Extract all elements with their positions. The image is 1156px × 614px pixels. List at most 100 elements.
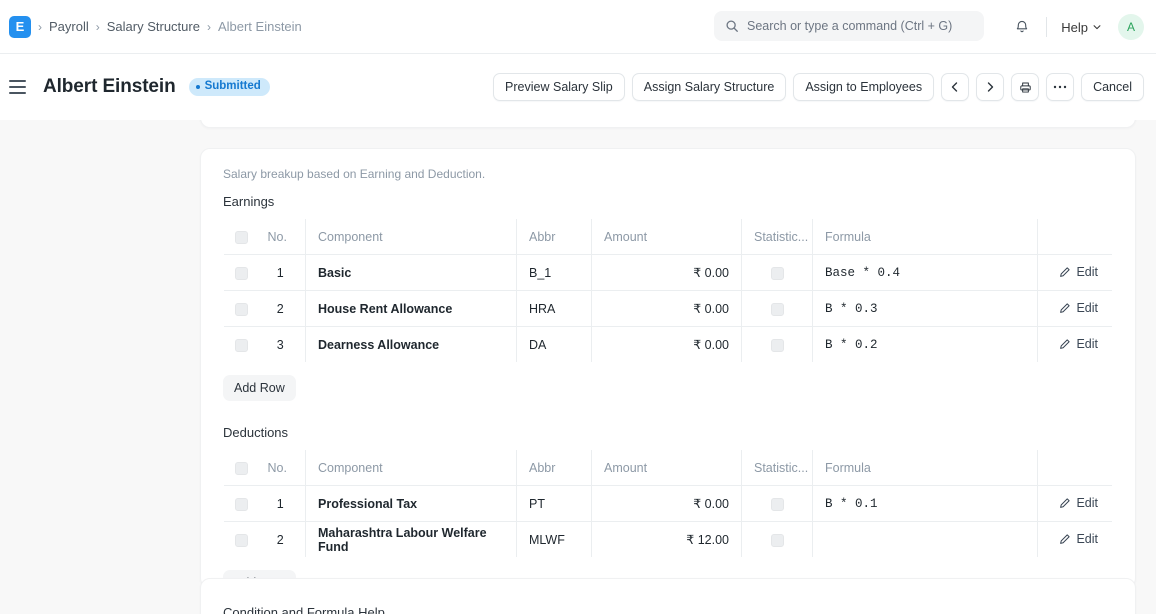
cell-statistical[interactable] [742, 327, 813, 363]
global-search[interactable] [714, 11, 984, 41]
table-row[interactable]: 2 Maharashtra Labour Welfare Fund MLWF ₹… [224, 522, 1113, 558]
hamburger-line [9, 92, 26, 94]
cell-formula[interactable]: Base * 0.4 [813, 255, 1038, 291]
component-name: Dearness Allowance [318, 338, 439, 352]
help-dropdown[interactable]: Help [1057, 17, 1106, 38]
row-select-cell[interactable] [224, 522, 256, 558]
assign-to-employees-button[interactable]: Assign to Employees [793, 73, 934, 101]
cancel-button[interactable]: Cancel [1081, 73, 1144, 101]
assign-salary-structure-button[interactable]: Assign Salary Structure [632, 73, 787, 101]
cell-statistical[interactable] [742, 522, 813, 558]
edit-row-button[interactable]: Edit [1059, 337, 1098, 351]
edit-row-button[interactable]: Edit [1059, 265, 1098, 279]
cell-actions[interactable]: Edit [1038, 522, 1113, 558]
column-header-actions [1038, 450, 1113, 486]
cell-abbr[interactable]: DA [517, 327, 592, 363]
statistical-checkbox[interactable] [771, 303, 784, 316]
cell-abbr[interactable]: B_1 [517, 255, 592, 291]
pencil-icon [1059, 338, 1071, 350]
cell-abbr[interactable]: MLWF [517, 522, 592, 558]
row-select-cell[interactable] [224, 327, 256, 363]
select-all-header[interactable] [224, 219, 256, 255]
edit-row-button[interactable]: Edit [1059, 301, 1098, 315]
top-navbar: E › Payroll › Salary Structure › Albert … [0, 0, 1156, 54]
edit-row-button[interactable]: Edit [1059, 532, 1098, 546]
cell-formula[interactable]: B * 0.1 [813, 486, 1038, 522]
hamburger-menu-icon[interactable] [9, 76, 31, 98]
row-select-cell[interactable] [224, 291, 256, 327]
column-header-amount: Amount [592, 450, 742, 486]
cell-amount[interactable]: ₹ 12.00 [592, 522, 742, 558]
breadcrumb-item-albert-einstein[interactable]: Albert Einstein [218, 19, 302, 34]
table-row[interactable]: 3 Dearness Allowance DA ₹ 0.00 B * 0.2 [224, 327, 1113, 363]
select-all-checkbox[interactable] [235, 462, 248, 475]
print-button[interactable] [1011, 73, 1039, 101]
pencil-icon [1059, 533, 1071, 545]
table-row[interactable]: 1 Professional Tax PT ₹ 0.00 B * 0.1 [224, 486, 1113, 522]
cell-abbr[interactable]: HRA [517, 291, 592, 327]
earnings-table: No. Component Abbr Amount Statistic... F… [223, 218, 1113, 363]
deductions-table: No. Component Abbr Amount Statistic... F… [223, 449, 1113, 558]
more-options-button[interactable] [1046, 73, 1074, 101]
cell-formula[interactable] [813, 522, 1038, 558]
pencil-icon [1059, 302, 1071, 314]
cell-component[interactable]: House Rent Allowance [306, 291, 517, 327]
cell-amount[interactable]: ₹ 0.00 [592, 291, 742, 327]
cell-actions[interactable]: Edit [1038, 255, 1113, 291]
cell-component[interactable]: Dearness Allowance [306, 327, 517, 363]
column-header-statistical: Statistic... [742, 450, 813, 486]
row-select-cell[interactable] [224, 255, 256, 291]
condition-formula-help-card[interactable]: Condition and Formula Help [200, 578, 1136, 614]
search-box[interactable] [714, 11, 984, 41]
cell-amount[interactable]: ₹ 0.00 [592, 255, 742, 291]
earnings-add-row-button[interactable]: Add Row [223, 375, 296, 401]
table-row[interactable]: 1 Basic B_1 ₹ 0.00 Base * 0.4 [224, 255, 1113, 291]
breadcrumb-item-salary-structure[interactable]: Salary Structure [107, 19, 200, 34]
condition-formula-help-label: Condition and Formula Help [201, 579, 1135, 614]
cell-component[interactable]: Basic [306, 255, 517, 291]
preview-salary-slip-button[interactable]: Preview Salary Slip [493, 73, 625, 101]
row-select-cell[interactable] [224, 486, 256, 522]
edit-row-button[interactable]: Edit [1059, 496, 1098, 510]
row-checkbox[interactable] [235, 498, 248, 511]
cell-formula[interactable]: B * 0.3 [813, 291, 1038, 327]
breadcrumb-separator-2: › [96, 21, 100, 33]
cell-amount[interactable]: ₹ 0.00 [592, 486, 742, 522]
row-checkbox[interactable] [235, 339, 248, 352]
notifications-button[interactable] [1008, 13, 1036, 41]
earnings-grid-wrapper: No. Component Abbr Amount Statistic... F… [201, 209, 1135, 363]
next-document-button[interactable] [976, 73, 1004, 101]
statistical-checkbox[interactable] [771, 267, 784, 280]
statistical-checkbox[interactable] [771, 498, 784, 511]
search-input[interactable] [747, 19, 973, 33]
cell-actions[interactable]: Edit [1038, 327, 1113, 363]
previous-document-button[interactable] [941, 73, 969, 101]
cell-amount[interactable]: ₹ 0.00 [592, 327, 742, 363]
column-header-component: Component [306, 219, 517, 255]
cell-abbr[interactable]: PT [517, 486, 592, 522]
cell-statistical[interactable] [742, 486, 813, 522]
cell-statistical[interactable] [742, 291, 813, 327]
row-checkbox[interactable] [235, 534, 248, 547]
avatar[interactable]: A [1118, 14, 1144, 40]
row-checkbox[interactable] [235, 267, 248, 280]
column-header-no: No. [256, 219, 306, 255]
row-checkbox[interactable] [235, 303, 248, 316]
statistical-checkbox[interactable] [771, 339, 784, 352]
cell-formula[interactable]: B * 0.2 [813, 327, 1038, 363]
cell-component[interactable]: Maharashtra Labour Welfare Fund [306, 522, 517, 558]
edit-label: Edit [1076, 301, 1098, 315]
cell-actions[interactable]: Edit [1038, 291, 1113, 327]
cell-component[interactable]: Professional Tax [306, 486, 517, 522]
app-logo-icon[interactable]: E [9, 16, 31, 38]
cell-actions[interactable]: Edit [1038, 486, 1113, 522]
status-badge: Submitted [189, 78, 270, 97]
table-row[interactable]: 2 House Rent Allowance HRA ₹ 0.00 B * 0.… [224, 291, 1113, 327]
select-all-checkbox[interactable] [235, 231, 248, 244]
printer-icon [1019, 81, 1032, 94]
breadcrumb-item-payroll[interactable]: Payroll [49, 19, 89, 34]
cell-statistical[interactable] [742, 255, 813, 291]
edit-label: Edit [1076, 496, 1098, 510]
select-all-header[interactable] [224, 450, 256, 486]
statistical-checkbox[interactable] [771, 534, 784, 547]
